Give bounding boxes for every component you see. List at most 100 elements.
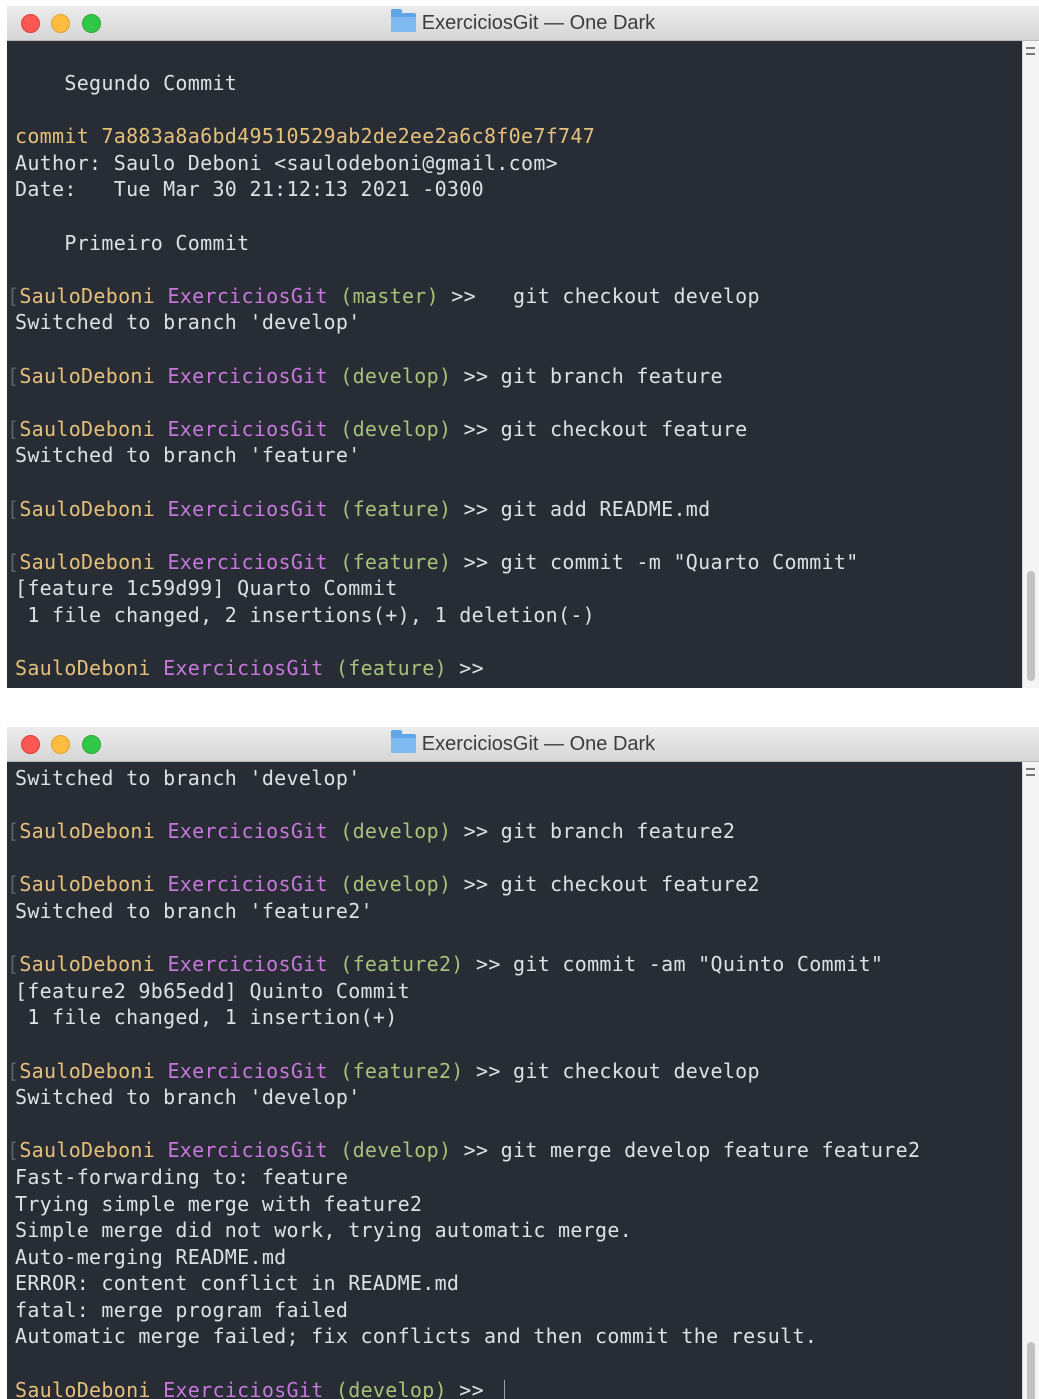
- prompt-arrow: >>: [446, 1377, 484, 1399]
- terminal-line: Segundo Commit: [15, 70, 1019, 97]
- command-text: git commit -m "Quarto Commit": [488, 549, 859, 574]
- prompt-branch: (feature): [340, 549, 452, 574]
- terminal-line: Fast-forwarding to: feature: [15, 1164, 1019, 1191]
- output-text: Switched to branch 'develop': [15, 310, 361, 335]
- commit-label: commit: [15, 124, 102, 149]
- scroll-thumb[interactable]: [1027, 571, 1035, 681]
- terminal-line: commit 7a883a8a6bd49510529ab2de2ee2a6c8f…: [15, 123, 1019, 150]
- prompt-bracket-left: [: [7, 549, 20, 574]
- prompt-arrow: >>: [451, 1138, 489, 1163]
- prompt-branch: (develop): [340, 1138, 452, 1163]
- output-text: Simple merge did not work, trying automa…: [15, 1218, 633, 1243]
- output-text: Switched to branch 'feature2': [15, 898, 373, 923]
- window-title-text: ExerciciosGit — One Dark: [421, 733, 656, 755]
- title-bar[interactable]: ExerciciosGit — One Dark: [7, 6, 1039, 41]
- output-text: Switched to branch 'feature': [15, 443, 361, 468]
- terminal-line: [SauloDeboni ExerciciosGit (master) >> g…: [7, 283, 1031, 310]
- prompt-branch: (feature2): [340, 1058, 464, 1083]
- output-text: Primeiro Commit: [15, 230, 250, 255]
- terminal-line: Simple merge did not work, trying automa…: [15, 1217, 1019, 1244]
- window-title: ExerciciosGit — One Dark: [7, 727, 1039, 761]
- prompt-user: SauloDeboni: [19, 416, 156, 441]
- prompt-branch: (develop): [340, 819, 452, 844]
- prompt-branch: (develop): [335, 1377, 447, 1399]
- prompt-user: SauloDeboni: [19, 952, 156, 977]
- prompt-arrow: >>: [451, 496, 489, 521]
- terminal-line: [SauloDeboni ExerciciosGit (develop) >> …: [7, 871, 1031, 898]
- prompt-branch: (feature): [340, 496, 452, 521]
- terminal-window-2: ExerciciosGit — One Dark Switched to bra…: [7, 727, 1039, 1399]
- prompt-bracket-left: [: [7, 496, 20, 521]
- prompt-bracket-left: [: [7, 872, 20, 897]
- prompt-arrow: >>: [451, 363, 489, 388]
- terminal-line: ERROR: content conflict in README.md: [15, 1270, 1019, 1297]
- prompt-user: SauloDeboni: [15, 1377, 151, 1399]
- terminal-line: Switched to branch 'develop': [15, 309, 1019, 336]
- output-text: Date: Tue Mar 30 21:12:13 2021 -0300: [15, 177, 484, 202]
- terminal-line: 1 file changed, 2 insertions(+), 1 delet…: [15, 602, 1019, 629]
- prompt-arrow: >>: [463, 952, 501, 977]
- scrollbar[interactable]: [1022, 762, 1039, 1399]
- prompt-user: SauloDeboni: [19, 1138, 156, 1163]
- prompt-user: SauloDeboni: [15, 656, 151, 681]
- command-text: git checkout develop: [476, 283, 760, 308]
- prompt-arrow: >>: [463, 1058, 501, 1083]
- prompt-arrow: >>: [451, 872, 489, 897]
- folder-icon: [390, 9, 416, 32]
- command-text: git add README.md: [488, 496, 711, 521]
- terminal-line: fatal: merge program failed: [15, 1297, 1019, 1324]
- output-text: 1 file changed, 1 insertion(+): [15, 1005, 398, 1030]
- title-bar[interactable]: ExerciciosGit — One Dark: [7, 727, 1039, 762]
- prompt-directory: ExerciciosGit: [163, 1377, 324, 1399]
- folder-icon: [390, 730, 416, 753]
- output-text: ERROR: content conflict in README.md: [15, 1271, 460, 1296]
- output-text: 1 file changed, 2 insertions(+), 1 delet…: [15, 602, 596, 627]
- prompt-branch: (feature2): [340, 952, 464, 977]
- prompt-user: SauloDeboni: [19, 1058, 156, 1083]
- scrollbar[interactable]: [1022, 41, 1039, 688]
- output-text: Trying simple merge with feature2: [15, 1191, 423, 1216]
- output-text: Automatic merge failed; fix conflicts an…: [15, 1324, 818, 1349]
- prompt-user: SauloDeboni: [19, 549, 156, 574]
- terminal-line: [SauloDeboni ExerciciosGit (develop) >> …: [7, 416, 1031, 443]
- command-text: git checkout feature: [488, 416, 748, 441]
- output-text: Switched to branch 'develop': [15, 766, 361, 790]
- terminal-output[interactable]: Switched to branch 'develop' [SauloDeboni…: [7, 765, 1031, 1399]
- output-text: Fast-forwarding to: feature: [15, 1164, 349, 1189]
- terminal-output[interactable]: Segundo Commit commit 7a883a8a6bd49510529…: [7, 70, 1031, 682]
- command-text: git checkout develop: [500, 1058, 760, 1083]
- terminal-window-1: ExerciciosGit — One Dark Segundo Commit c…: [7, 6, 1039, 688]
- scroll-thumb[interactable]: [1027, 1342, 1035, 1399]
- prompt-arrow: >>: [438, 283, 476, 308]
- terminal-line: [SauloDeboni ExerciciosGit (feature2) >>…: [7, 951, 1031, 978]
- prompt-branch: (develop): [340, 872, 452, 897]
- terminal-line: [SauloDeboni ExerciciosGit (develop) >> …: [7, 363, 1031, 390]
- prompt-directory: ExerciciosGit: [167, 363, 328, 388]
- prompt-user: SauloDeboni: [19, 496, 156, 521]
- commit-hash: 7a883a8a6bd49510529ab2de2ee2a6c8f0e7f747: [101, 124, 596, 149]
- terminal-line: Trying simple merge with feature2: [15, 1191, 1019, 1218]
- command-text: git branch feature: [488, 363, 723, 388]
- prompt-directory: ExerciciosGit: [167, 416, 328, 441]
- prompt-directory: ExerciciosGit: [167, 549, 328, 574]
- terminal-line: [SauloDeboni ExerciciosGit (develop) >> …: [7, 1137, 1031, 1164]
- prompt-bracket-left: [: [7, 819, 20, 844]
- scroll-grip-icon: [1026, 768, 1035, 776]
- prompt-branch: (feature): [335, 656, 447, 681]
- prompt-bracket-left: [: [7, 952, 20, 977]
- terminal-line: Primeiro Commit: [15, 230, 1019, 257]
- terminal-line: [SauloDeboni ExerciciosGit (feature) >> …: [7, 549, 1031, 576]
- prompt-arrow: >>: [451, 549, 489, 574]
- prompt-branch: (master): [340, 283, 439, 308]
- window-title-text: ExerciciosGit — One Dark: [421, 12, 656, 34]
